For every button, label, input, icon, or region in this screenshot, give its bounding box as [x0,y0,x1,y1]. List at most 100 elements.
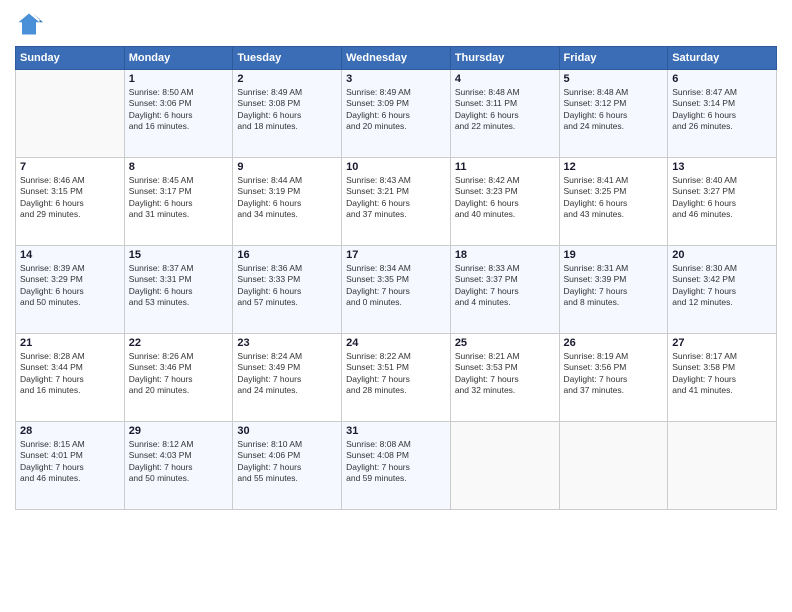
day-number: 27 [672,337,772,349]
day-info: Sunrise: 8:17 AMSunset: 3:58 PMDaylight:… [672,351,772,397]
day-info: Sunrise: 8:12 AMSunset: 4:03 PMDaylight:… [129,439,229,485]
day-number: 22 [129,337,229,349]
weekday-header-cell: Thursday [450,47,559,70]
calendar-cell: 8Sunrise: 8:45 AMSunset: 3:17 PMDaylight… [124,158,233,246]
day-number: 28 [20,425,120,437]
calendar-week-row: 28 Sunrise: 8:15 AMSunset: 4:01 PMDayligh… [16,422,777,510]
day-info: Sunrise: 8:50 AMSunset: 3:06 PMDaylight:… [129,87,229,133]
weekday-header-cell: Tuesday [233,47,342,70]
day-number: 5 [564,73,664,85]
calendar-cell: 21Sunrise: 8:28 AMSunset: 3:44 PMDayligh… [16,334,125,422]
day-number: 3 [346,73,446,85]
day-info: Sunrise: 8:41 AMSunset: 3:25 PMDaylight:… [564,175,664,221]
day-info: Sunrise: 8:08 AMSunset: 4:08 PMDaylight:… [346,439,446,485]
day-number: 6 [672,73,772,85]
calendar-cell: 26Sunrise: 8:19 AMSunset: 3:56 PMDayligh… [559,334,668,422]
day-number: 7 [20,161,120,173]
day-number: 18 [455,249,555,261]
day-number: 17 [346,249,446,261]
calendar-cell: 17 Sunrise: 8:34 AMSunset: 3:35 PMDayligh… [342,246,451,334]
day-info: Sunrise: 8:45 AMSunset: 3:17 PMDaylight:… [129,175,229,221]
day-info: Sunrise: 8:26 AMSunset: 3:46 PMDaylight:… [129,351,229,397]
calendar-table: SundayMondayTuesdayWednesdayThursdayFrid… [15,46,777,510]
day-info: Sunrise: 8:33 AMSunset: 3:37 PMDaylight:… [455,263,555,309]
calendar-cell: 7 Sunrise: 8:46 AMSunset: 3:15 PMDaylight… [16,158,125,246]
day-number: 16 [237,249,337,261]
day-number: 19 [564,249,664,261]
day-info: Sunrise: 8:36 AMSunset: 3:33 PMDaylight:… [237,263,337,309]
calendar-cell: 18 Sunrise: 8:33 AMSunset: 3:37 PMDayligh… [450,246,559,334]
calendar-cell [559,422,668,510]
calendar-cell: 2 Sunrise: 8:49 AMSunset: 3:08 PMDaylight… [233,70,342,158]
calendar-cell: 4Sunrise: 8:48 AMSunset: 3:11 PMDaylight… [450,70,559,158]
day-number: 11 [455,161,555,173]
calendar-cell: 3 Sunrise: 8:49 AMSunset: 3:09 PMDaylight… [342,70,451,158]
calendar-cell: 5 Sunrise: 8:48 AMSunset: 3:12 PMDaylight… [559,70,668,158]
calendar-cell: 11 Sunrise: 8:42 AMSunset: 3:23 PMDayligh… [450,158,559,246]
calendar-cell: 22 Sunrise: 8:26 AMSunset: 3:46 PMDayligh… [124,334,233,422]
calendar-cell: 31 Sunrise: 8:08 AMSunset: 4:08 PMDayligh… [342,422,451,510]
calendar-cell: 25Sunrise: 8:21 AMSunset: 3:53 PMDayligh… [450,334,559,422]
calendar-week-row: 14 Sunrise: 8:39 AMSunset: 3:29 PMDayligh… [16,246,777,334]
day-info: Sunrise: 8:49 AMSunset: 3:09 PMDaylight:… [346,87,446,133]
day-number: 14 [20,249,120,261]
day-number: 26 [564,337,664,349]
calendar-cell: 27 Sunrise: 8:17 AMSunset: 3:58 PMDayligh… [668,334,777,422]
calendar-cell: 28 Sunrise: 8:15 AMSunset: 4:01 PMDayligh… [16,422,125,510]
day-info: Sunrise: 8:22 AMSunset: 3:51 PMDaylight:… [346,351,446,397]
calendar-cell [668,422,777,510]
header [15,10,777,38]
day-info: Sunrise: 8:39 AMSunset: 3:29 PMDaylight:… [20,263,120,309]
calendar-cell: 14 Sunrise: 8:39 AMSunset: 3:29 PMDayligh… [16,246,125,334]
day-number: 13 [672,161,772,173]
day-info: Sunrise: 8:24 AMSunset: 3:49 PMDaylight:… [237,351,337,397]
day-info: Sunrise: 8:47 AMSunset: 3:14 PMDaylight:… [672,87,772,133]
weekday-header-cell: Friday [559,47,668,70]
calendar-cell: 12 Sunrise: 8:41 AMSunset: 3:25 PMDayligh… [559,158,668,246]
calendar-cell: 29Sunrise: 8:12 AMSunset: 4:03 PMDayligh… [124,422,233,510]
weekday-header-row: SundayMondayTuesdayWednesdayThursdayFrid… [16,47,777,70]
day-number: 9 [237,161,337,173]
calendar-cell: 10Sunrise: 8:43 AMSunset: 3:21 PMDayligh… [342,158,451,246]
calendar-week-row: 1 Sunrise: 8:50 AMSunset: 3:06 PMDaylight… [16,70,777,158]
day-info: Sunrise: 8:49 AMSunset: 3:08 PMDaylight:… [237,87,337,133]
calendar-cell: 23Sunrise: 8:24 AMSunset: 3:49 PMDayligh… [233,334,342,422]
day-number: 31 [346,425,446,437]
day-info: Sunrise: 8:34 AMSunset: 3:35 PMDaylight:… [346,263,446,309]
weekday-header-cell: Sunday [16,47,125,70]
day-info: Sunrise: 8:48 AMSunset: 3:12 PMDaylight:… [564,87,664,133]
day-number: 1 [129,73,229,85]
calendar-week-row: 21Sunrise: 8:28 AMSunset: 3:44 PMDayligh… [16,334,777,422]
day-info: Sunrise: 8:31 AMSunset: 3:39 PMDaylight:… [564,263,664,309]
day-info: Sunrise: 8:30 AMSunset: 3:42 PMDaylight:… [672,263,772,309]
day-info: Sunrise: 8:28 AMSunset: 3:44 PMDaylight:… [20,351,120,397]
day-info: Sunrise: 8:46 AMSunset: 3:15 PMDaylight:… [20,175,120,221]
day-number: 4 [455,73,555,85]
day-info: Sunrise: 8:15 AMSunset: 4:01 PMDaylight:… [20,439,120,485]
day-info: Sunrise: 8:37 AMSunset: 3:31 PMDaylight:… [129,263,229,309]
weekday-header-cell: Saturday [668,47,777,70]
calendar-cell: 1 Sunrise: 8:50 AMSunset: 3:06 PMDaylight… [124,70,233,158]
calendar-page: SundayMondayTuesdayWednesdayThursdayFrid… [0,0,792,612]
day-number: 20 [672,249,772,261]
day-info: Sunrise: 8:44 AMSunset: 3:19 PMDaylight:… [237,175,337,221]
calendar-cell: 16 Sunrise: 8:36 AMSunset: 3:33 PMDayligh… [233,246,342,334]
calendar-cell [16,70,125,158]
day-info: Sunrise: 8:42 AMSunset: 3:23 PMDaylight:… [455,175,555,221]
day-number: 30 [237,425,337,437]
calendar-cell: 9 Sunrise: 8:44 AMSunset: 3:19 PMDaylight… [233,158,342,246]
calendar-cell: 19 Sunrise: 8:31 AMSunset: 3:39 PMDayligh… [559,246,668,334]
day-number: 12 [564,161,664,173]
day-info: Sunrise: 8:40 AMSunset: 3:27 PMDaylight:… [672,175,772,221]
day-number: 2 [237,73,337,85]
logo-icon [15,10,43,38]
day-number: 24 [346,337,446,349]
calendar-week-row: 7 Sunrise: 8:46 AMSunset: 3:15 PMDaylight… [16,158,777,246]
calendar-cell: 13 Sunrise: 8:40 AMSunset: 3:27 PMDayligh… [668,158,777,246]
day-info: Sunrise: 8:10 AMSunset: 4:06 PMDaylight:… [237,439,337,485]
calendar-cell: 15Sunrise: 8:37 AMSunset: 3:31 PMDayligh… [124,246,233,334]
calendar-cell [450,422,559,510]
calendar-cell: 20 Sunrise: 8:30 AMSunset: 3:42 PMDayligh… [668,246,777,334]
calendar-cell: 30 Sunrise: 8:10 AMSunset: 4:06 PMDayligh… [233,422,342,510]
calendar-cell: 6 Sunrise: 8:47 AMSunset: 3:14 PMDaylight… [668,70,777,158]
